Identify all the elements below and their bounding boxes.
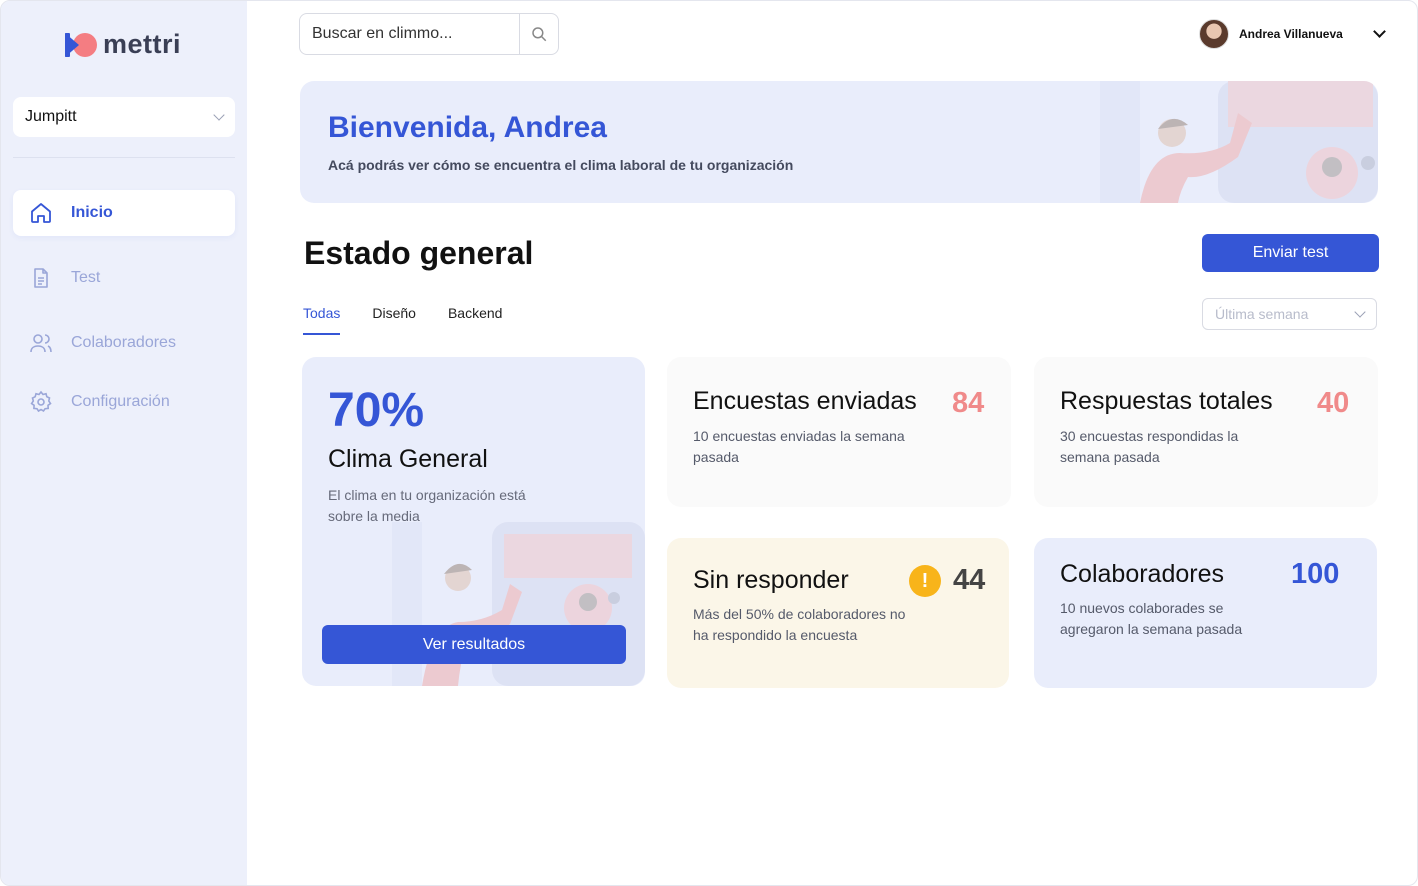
stat-description: 30 encuestas respondidas la semana pasad… bbox=[1060, 428, 1239, 465]
climate-percentage: 70% bbox=[328, 384, 425, 437]
filter-tabs: Todas Diseño Backend bbox=[303, 305, 534, 335]
stat-value: 44 bbox=[953, 564, 986, 596]
warning-icon: ! bbox=[909, 565, 941, 597]
stat-title: Colaboradores bbox=[1060, 560, 1224, 588]
stat-title: Respuestas totales bbox=[1060, 387, 1273, 415]
sidebar: mettri Jumpitt Inicio Test Colaboradores… bbox=[1, 1, 247, 885]
search-icon bbox=[532, 27, 547, 42]
total-responses-card: Respuestas totales 40 30 encuestas respo… bbox=[1034, 357, 1378, 507]
sidebar-item-label: Configuración bbox=[71, 393, 170, 410]
search-bar bbox=[299, 13, 559, 55]
welcome-banner: Bienvenida, Andrea Acá podrás ver cómo s… bbox=[300, 81, 1378, 203]
view-results-button[interactable]: Ver resultados bbox=[322, 625, 626, 664]
search-button[interactable] bbox=[519, 14, 558, 54]
chevron-down-icon bbox=[1354, 306, 1366, 318]
welcome-subtitle: Acá podrás ver cómo se encuentra el clim… bbox=[328, 157, 794, 173]
app-window: mettri Jumpitt Inicio Test Colaboradores… bbox=[0, 0, 1418, 886]
tab-diseno[interactable]: Diseño bbox=[372, 305, 416, 335]
climate-title: Clima General bbox=[328, 445, 488, 473]
banner-illustration bbox=[1100, 81, 1378, 203]
collaborators-card: Colaboradores 100 10 nuevos colaborades … bbox=[1034, 538, 1377, 688]
stat-title: Sin responder bbox=[693, 566, 849, 594]
stat-value: 40 bbox=[1317, 387, 1350, 419]
period-select[interactable]: Última semana bbox=[1202, 298, 1377, 330]
send-test-button[interactable]: Enviar test bbox=[1202, 234, 1379, 272]
stat-description: 10 encuestas enviadas la semana pasada bbox=[693, 428, 905, 465]
climate-description: El clima en tu organización está sobre l… bbox=[328, 487, 526, 524]
chevron-down-icon bbox=[213, 109, 225, 121]
tab-todas[interactable]: Todas bbox=[303, 305, 341, 335]
user-name: Andrea Villanueva bbox=[1239, 27, 1343, 41]
users-icon bbox=[30, 334, 52, 353]
workspace-name: Jumpitt bbox=[25, 108, 77, 125]
stat-title: Encuestas enviadas bbox=[693, 387, 917, 415]
period-placeholder: Última semana bbox=[1215, 306, 1309, 322]
welcome-title: Bienvenida, Andrea bbox=[328, 111, 607, 144]
stat-description: Más del 50% de colaboradores no ha respo… bbox=[693, 606, 906, 643]
tab-backend[interactable]: Backend bbox=[448, 305, 502, 335]
surveys-sent-card: Encuestas enviadas 84 10 encuestas envia… bbox=[667, 357, 1011, 507]
climate-card: 70% Clima General El clima en tu organiz… bbox=[302, 357, 645, 686]
home-icon bbox=[31, 203, 51, 223]
logo-mark-icon bbox=[65, 31, 97, 59]
document-icon bbox=[34, 268, 48, 288]
user-menu[interactable]: Andrea Villanueva bbox=[1199, 19, 1386, 49]
stat-value: 100 bbox=[1291, 558, 1340, 590]
sidebar-item-test[interactable]: Test bbox=[13, 255, 235, 301]
logo[interactable]: mettri bbox=[65, 29, 181, 60]
sidebar-divider bbox=[13, 157, 235, 158]
sidebar-item-colaboradores[interactable]: Colaboradores bbox=[13, 320, 235, 366]
unanswered-card: Sin responder ! 44 Más del 50% de colabo… bbox=[667, 538, 1009, 688]
sidebar-item-inicio[interactable]: Inicio bbox=[13, 190, 235, 236]
chevron-down-icon[interactable] bbox=[1372, 25, 1386, 38]
stat-value: 84 bbox=[952, 387, 985, 419]
gear-icon bbox=[30, 390, 52, 413]
sidebar-item-label: Colaboradores bbox=[71, 334, 176, 351]
logo-text: mettri bbox=[103, 29, 182, 59]
sidebar-item-label: Inicio bbox=[71, 204, 113, 221]
search-input[interactable] bbox=[300, 14, 519, 54]
section-title: Estado general bbox=[304, 235, 534, 271]
sidebar-item-label: Test bbox=[71, 269, 101, 286]
sidebar-item-configuracion[interactable]: Configuración bbox=[13, 379, 235, 425]
workspace-select[interactable]: Jumpitt bbox=[13, 97, 235, 137]
stat-description: 10 nuevos colaborades se agregaron la se… bbox=[1060, 600, 1243, 637]
avatar bbox=[1199, 19, 1229, 49]
